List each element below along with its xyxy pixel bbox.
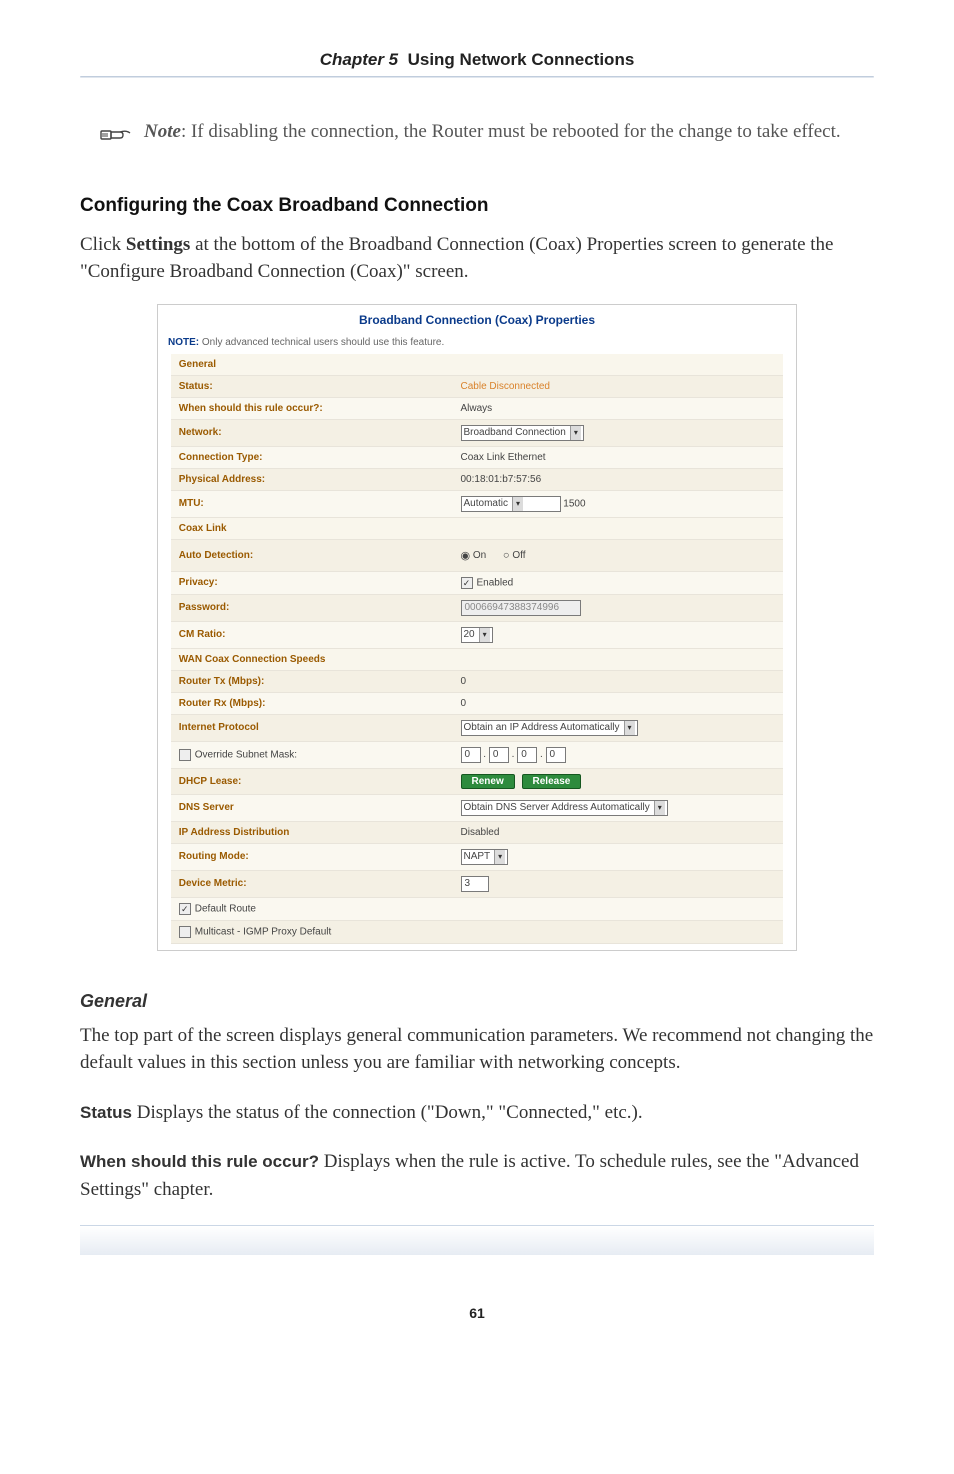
pointing-hand-icon	[100, 122, 134, 155]
footer-gradient	[80, 1225, 874, 1255]
section-general: General	[171, 354, 783, 376]
value-ip-dist: Disabled	[453, 821, 784, 843]
label-status: Status:	[171, 375, 453, 397]
section-coax-link: Coax Link	[171, 517, 783, 539]
label-dhcp-lease: DHCP Lease:	[171, 768, 453, 794]
label-cm-ratio: CM Ratio:	[171, 621, 453, 648]
select-dns-server[interactable]: Obtain DNS Server Address Automatically▾	[461, 800, 668, 816]
general-paragraph: The top part of the screen displays gene…	[80, 1022, 874, 1077]
chapter-header: Chapter 5 Using Network Connections	[80, 50, 874, 70]
value-rule: Always	[453, 397, 784, 419]
chapter-title: Using Network Connections	[408, 50, 635, 69]
select-mtu[interactable]: Automatic▾	[461, 496, 561, 512]
renew-button[interactable]: Renew	[461, 774, 515, 789]
section-wan-speeds: WAN Coax Connection Speeds	[171, 648, 783, 670]
value-router-tx: 0	[453, 670, 784, 692]
mask-octet-4[interactable]: 0	[546, 747, 566, 763]
note-body: : If disabling the connection, the Route…	[181, 121, 841, 142]
section1-paragraph: Click Settings at the bottom of the Broa…	[80, 231, 874, 286]
label-network: Network:	[171, 419, 453, 446]
label-dns-server: DNS Server	[171, 794, 453, 821]
value-mtu-number: 1500	[563, 498, 585, 509]
label-default-route: Default Route	[195, 903, 256, 914]
runin-rule: When should this rule occur?	[80, 1152, 319, 1171]
checkbox-multicast[interactable]	[179, 926, 191, 938]
select-internet-protocol[interactable]: Obtain an IP Address Automatically▾	[461, 720, 638, 736]
select-network[interactable]: Broadband Connection▾	[461, 425, 584, 441]
mask-octet-1[interactable]: 0	[461, 747, 481, 763]
dialog-note: NOTE: Only advanced technical users shou…	[158, 333, 796, 354]
select-routing-mode[interactable]: NAPT▾	[461, 849, 509, 865]
value-router-rx: 0	[453, 692, 784, 714]
note-callout: Note: If disabling the connection, the R…	[100, 118, 874, 155]
value-status: Cable Disconnected	[461, 381, 551, 392]
radio-on[interactable]: ◉ On	[461, 550, 487, 561]
label-privacy: Privacy:	[171, 571, 453, 594]
label-phys-addr: Physical Address:	[171, 468, 453, 490]
mask-octet-2[interactable]: 0	[489, 747, 509, 763]
label-conn-type: Connection Type:	[171, 446, 453, 468]
chapter-label: Chapter 5	[320, 50, 398, 69]
select-cm-ratio[interactable]: 20▾	[461, 627, 493, 643]
label-router-tx: Router Tx (Mbps):	[171, 670, 453, 692]
header-divider	[80, 76, 874, 78]
checkbox-default-route[interactable]: ✓	[179, 903, 191, 915]
status-paragraph: Status Displays the status of the connec…	[80, 1099, 874, 1127]
subhead-general: General	[80, 991, 874, 1012]
label-ip-dist: IP Address Distribution	[171, 821, 453, 843]
properties-dialog: Broadband Connection (Coax) Properties N…	[157, 304, 797, 951]
label-internet-protocol: Internet Protocol	[171, 714, 453, 741]
release-button[interactable]: Release	[522, 774, 582, 789]
value-phys-addr: 00:18:01:b7:57:56	[453, 468, 784, 490]
checkbox-privacy[interactable]: ✓	[461, 577, 473, 589]
dialog-title: Broadband Connection (Coax) Properties	[158, 305, 796, 333]
mask-octet-3[interactable]: 0	[517, 747, 537, 763]
label-mtu: MTU:	[171, 490, 453, 517]
label-device-metric: Device Metric:	[171, 870, 453, 897]
label-multicast: Multicast - IGMP Proxy Default	[195, 926, 332, 937]
row-override-mask: Override Subnet Mask:	[171, 741, 453, 768]
checkbox-override-mask[interactable]	[179, 749, 191, 761]
label-rule: When should this rule occur?:	[171, 397, 453, 419]
label-router-rx: Router Rx (Mbps):	[171, 692, 453, 714]
input-password[interactable]: 00066947388374996	[461, 600, 581, 616]
rule-paragraph: When should this rule occur? Displays wh…	[80, 1148, 874, 1203]
radio-off[interactable]: ○ Off	[503, 550, 526, 561]
label-auto-detect: Auto Detection:	[171, 539, 453, 571]
value-conn-type: Coax Link Ethernet	[453, 446, 784, 468]
page-number: 61	[80, 1305, 874, 1321]
label-password: Password:	[171, 594, 453, 621]
section-heading-configure: Configuring the Coax Broadband Connectio…	[80, 195, 874, 217]
runin-status: Status	[80, 1103, 132, 1122]
input-device-metric[interactable]: 3	[461, 876, 489, 892]
label-routing-mode: Routing Mode:	[171, 843, 453, 870]
note-prefix: Note	[144, 121, 181, 142]
